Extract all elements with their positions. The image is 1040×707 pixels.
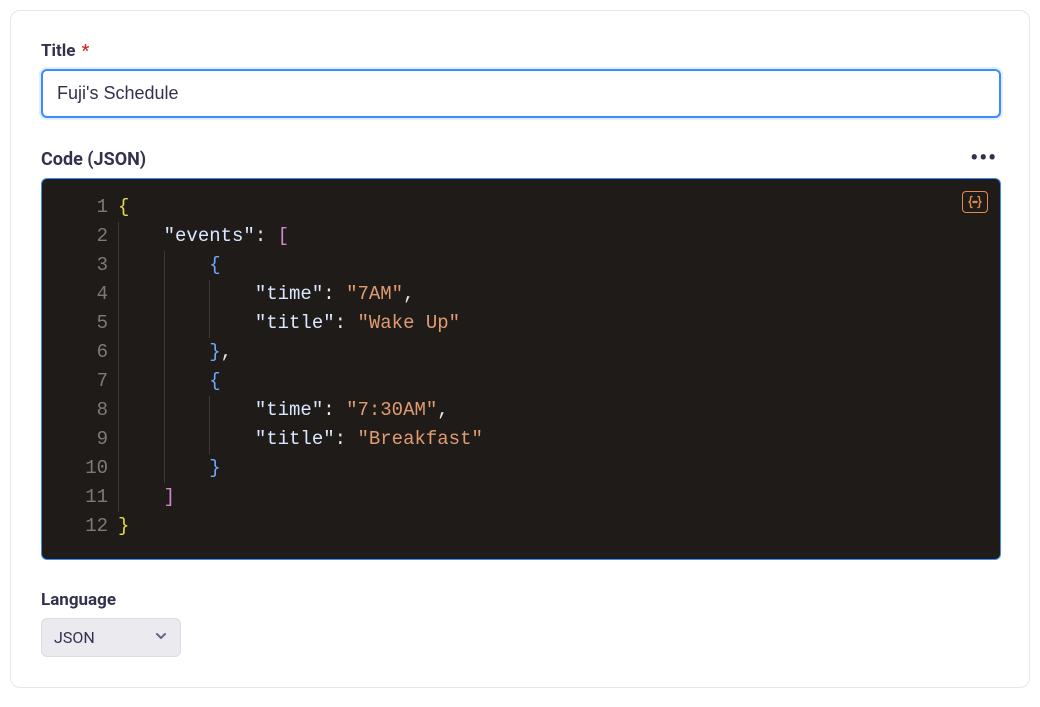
language-block: Language JSON bbox=[41, 590, 999, 657]
code-line[interactable]: 1{ bbox=[56, 193, 986, 222]
title-label-text: Title bbox=[41, 41, 75, 61]
more-options-button[interactable]: ••• bbox=[966, 148, 1001, 170]
code-line[interactable]: 11 ] bbox=[56, 483, 986, 512]
line-number: 9 bbox=[56, 425, 108, 454]
code-line[interactable]: 10 } bbox=[56, 454, 986, 483]
code-line[interactable]: 8 "time": "7:30AM", bbox=[56, 396, 986, 425]
line-number: 6 bbox=[56, 338, 108, 367]
line-number: 8 bbox=[56, 396, 108, 425]
line-number: 4 bbox=[56, 280, 108, 309]
title-input[interactable] bbox=[41, 69, 1001, 118]
language-label: Language bbox=[41, 590, 999, 610]
code-line[interactable]: 4 "time": "7AM", bbox=[56, 280, 986, 309]
code-line[interactable]: 5 "title": "Wake Up" bbox=[56, 309, 986, 338]
braces-icon[interactable] bbox=[962, 191, 988, 213]
code-body[interactable]: 1{2 "events": [3 {4 "time": "7AM",5 "tit… bbox=[56, 193, 986, 541]
code-line[interactable]: 2 "events": [ bbox=[56, 222, 986, 251]
required-asterisk: * bbox=[81, 41, 89, 61]
code-label: Code (JSON) bbox=[41, 149, 146, 170]
line-number: 5 bbox=[56, 309, 108, 338]
line-number: 10 bbox=[56, 454, 108, 483]
title-label: Title * bbox=[41, 41, 999, 61]
code-line[interactable]: 7 { bbox=[56, 367, 986, 396]
line-number: 11 bbox=[56, 483, 108, 512]
chevron-down-icon bbox=[154, 628, 168, 647]
code-line[interactable]: 9 "title": "Breakfast" bbox=[56, 425, 986, 454]
line-number: 12 bbox=[56, 512, 108, 541]
code-header: Code (JSON) ••• bbox=[41, 148, 1001, 170]
code-line[interactable]: 3 { bbox=[56, 251, 986, 280]
line-number: 3 bbox=[56, 251, 108, 280]
code-line[interactable]: 12} bbox=[56, 512, 986, 541]
line-number: 2 bbox=[56, 222, 108, 251]
line-number: 1 bbox=[56, 193, 108, 222]
line-number: 7 bbox=[56, 367, 108, 396]
language-selected-value: JSON bbox=[54, 628, 95, 647]
code-editor[interactable]: 1{2 "events": [3 {4 "time": "7AM",5 "tit… bbox=[41, 178, 1001, 560]
form-panel: Title * Code (JSON) ••• 1{2 "events": [3… bbox=[10, 10, 1030, 688]
language-select[interactable]: JSON bbox=[41, 618, 181, 657]
code-line[interactable]: 6 }, bbox=[56, 338, 986, 367]
